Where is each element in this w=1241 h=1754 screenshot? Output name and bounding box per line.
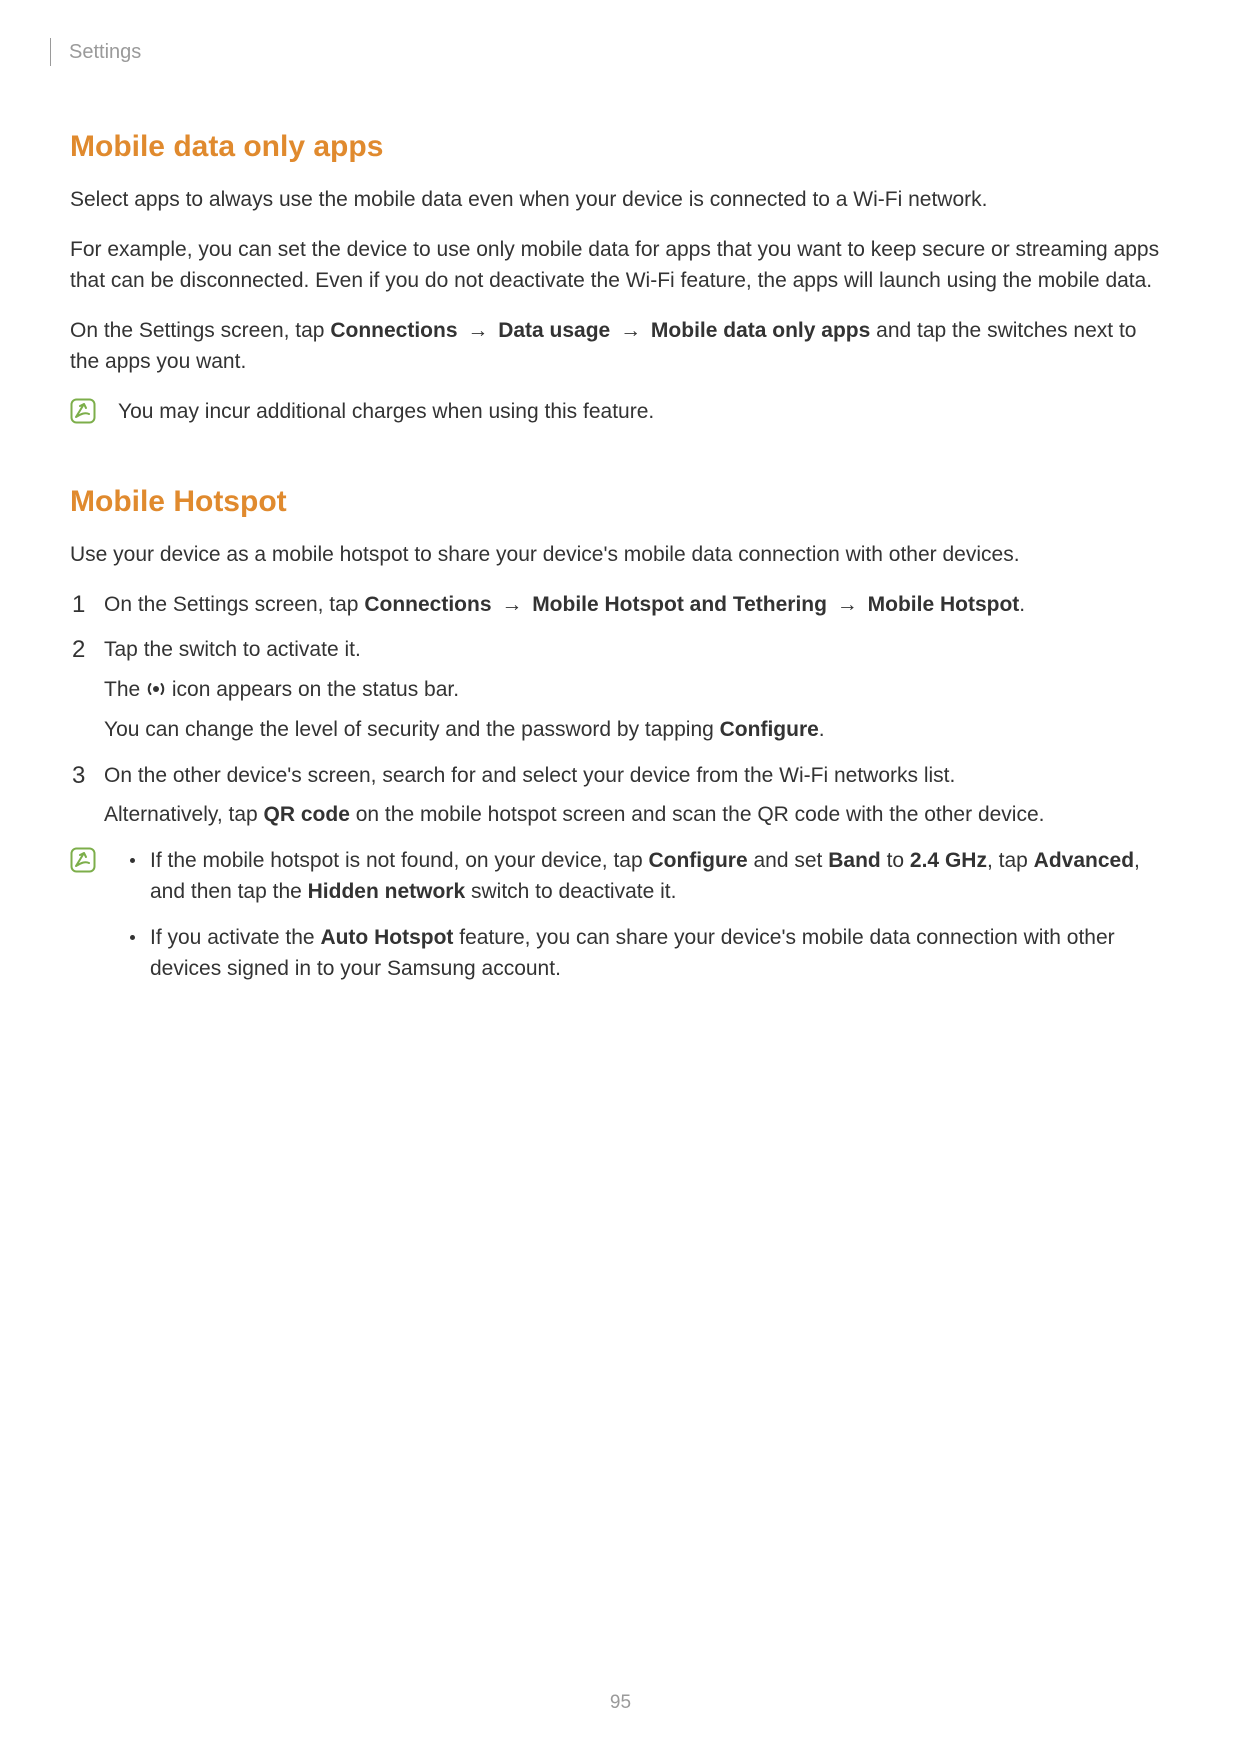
path-item: Connections [364,593,491,616]
header-rule-icon [50,38,51,66]
text: The [104,678,146,701]
list-item: If you activate the Auto Hotspot feature… [124,922,1171,985]
path-item: Data usage [498,319,610,342]
paragraph: Use your device as a mobile hotspot to s… [70,539,1171,571]
note-text: You may incur additional charges when us… [118,396,654,428]
paragraph-navigation-path: On the Settings screen, tap Connections … [70,315,1171,378]
text: You can change the level of security and… [104,718,720,741]
bold-term: Configure [720,718,819,741]
bold-term: Hidden network [308,880,466,903]
step-item: On the Settings screen, tap Connections … [70,589,1171,621]
tips-list: If the mobile hotspot is not found, on y… [118,845,1171,999]
step-line: The icon appears on the status bar. [104,674,1171,709]
text: to [887,849,910,872]
bold-term: Advanced [1034,849,1134,872]
text: On the Settings screen, tap [104,593,364,616]
bold-term: 2.4 GHz [910,849,987,872]
hotspot-icon [146,677,166,709]
bold-term: Auto Hotspot [320,926,453,949]
step-line: On the other device's screen, search for… [104,760,1171,792]
text: If the mobile hotspot is not found, on y… [150,849,648,872]
text: icon appears on the status bar. [172,678,459,701]
path-item: Mobile Hotspot and Tethering [532,593,827,616]
heading-mobile-data-only-apps: Mobile data only apps [70,130,1171,164]
list-item: If the mobile hotspot is not found, on y… [124,845,1171,908]
text: On the Settings screen, tap [70,319,330,342]
arrow-icon: → [463,315,492,347]
bold-term: Band [828,849,881,872]
page-number: 95 [0,1692,1241,1714]
arrow-icon: → [497,589,526,621]
step-item: On the other device's screen, search for… [70,760,1171,831]
text: and set [753,849,828,872]
text: Alternatively, tap [104,803,264,826]
text: . [819,718,825,741]
step-line: Alternatively, tap QR code on the mobile… [104,799,1171,831]
heading-mobile-hotspot: Mobile Hotspot [70,485,1171,519]
paragraph: Select apps to always use the mobile dat… [70,184,1171,216]
step-item: Tap the switch to activate it. The icon … [70,634,1171,746]
step-line: Tap the switch to activate it. [104,634,1171,666]
arrow-icon: → [616,315,645,347]
text: . [1019,593,1025,616]
paragraph: For example, you can set the device to u… [70,234,1171,297]
bold-term: Configure [648,849,747,872]
step-line: You can change the level of security and… [104,714,1171,746]
note-icon [70,398,96,424]
path-item: Mobile Hotspot [868,593,1020,616]
text: , tap [987,849,1034,872]
tips-block: If the mobile hotspot is not found, on y… [70,845,1171,999]
manual-page: Settings Mobile data only apps Select ap… [0,0,1241,1754]
path-item: Mobile data only apps [651,319,870,342]
arrow-icon: → [833,589,862,621]
note-row: You may incur additional charges when us… [70,396,1171,428]
note-icon [70,847,96,873]
text: If you activate the [150,926,320,949]
page-header: Settings [50,38,1171,66]
text: switch to deactivate it. [471,880,676,903]
path-item: Connections [330,319,457,342]
header-section-label: Settings [69,41,141,64]
text: on the mobile hotspot screen and scan th… [356,803,1045,826]
ordered-steps: On the Settings screen, tap Connections … [70,589,1171,831]
bold-term: QR code [264,803,350,826]
